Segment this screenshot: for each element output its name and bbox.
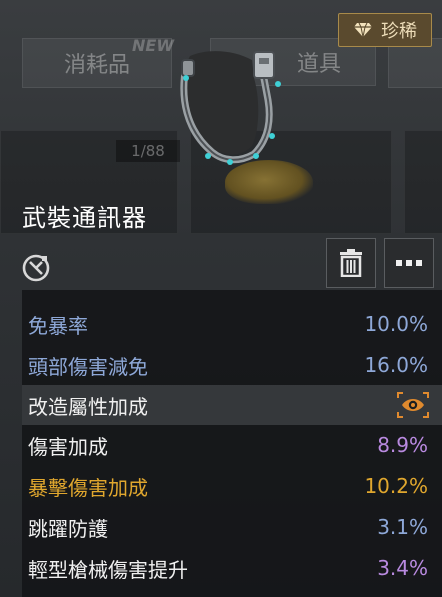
stat-value: 8.9% bbox=[377, 433, 428, 457]
more-dots-icon bbox=[396, 260, 422, 266]
diamond-icon bbox=[354, 22, 372, 38]
stat-label: 頭部傷害減免 bbox=[28, 354, 148, 379]
stat-label: 傷害加成 bbox=[28, 434, 108, 459]
stat-label: 免暴率 bbox=[28, 313, 88, 338]
stat-value: 16.0% bbox=[364, 353, 428, 377]
stat-label: 輕型槍械傷害提升 bbox=[28, 557, 188, 582]
more-options-button[interactable] bbox=[384, 238, 434, 288]
discard-button[interactable] bbox=[326, 238, 376, 288]
stat-label: 暴擊傷害加成 bbox=[28, 475, 148, 500]
stats-panel[interactable]: ▔▔▔▔ ▔▔ 免暴率 10.0% 頭部傷害減免 16.0% 改造屬性加成 傷害… bbox=[22, 290, 442, 597]
rarity-badge: 珍稀 bbox=[338, 13, 432, 47]
rarity-label: 珍稀 bbox=[381, 21, 417, 42]
stat-value: 10.0% bbox=[364, 312, 428, 336]
item-name: 武裝通訊器 bbox=[22, 204, 147, 232]
stat-row: 傷害加成 8.9% bbox=[22, 425, 442, 465]
eye-toggle-button[interactable] bbox=[396, 391, 430, 419]
stat-label: 改造屬性加成 bbox=[28, 394, 148, 419]
stat-value: 10.2% bbox=[364, 474, 428, 498]
comm-device-item-image bbox=[180, 51, 281, 165]
inventory-slot[interactable] bbox=[404, 130, 442, 234]
stat-row: 輕型槍械傷害提升 3.4% bbox=[22, 548, 442, 588]
stat-row: 頭部傷害減免 16.0% bbox=[22, 345, 442, 385]
mod-stat-header-row: 改造屬性加成 bbox=[22, 385, 442, 425]
stat-row: 暴擊傷害加成 10.2% bbox=[22, 466, 442, 506]
wrench-gear-icon[interactable] bbox=[18, 250, 54, 286]
stat-row: 跳躍防護 3.1% bbox=[22, 507, 442, 547]
stat-value: 3.4% bbox=[377, 556, 428, 580]
stat-row: 免暴率 10.0% bbox=[22, 304, 442, 344]
stat-label: 跳躍防護 bbox=[28, 516, 108, 541]
clipped-row: ▔▔▔▔ ▔▔ bbox=[22, 290, 111, 301]
stat-value: 3.1% bbox=[377, 515, 428, 539]
eye-icon bbox=[397, 392, 429, 418]
trash-icon bbox=[340, 249, 362, 277]
